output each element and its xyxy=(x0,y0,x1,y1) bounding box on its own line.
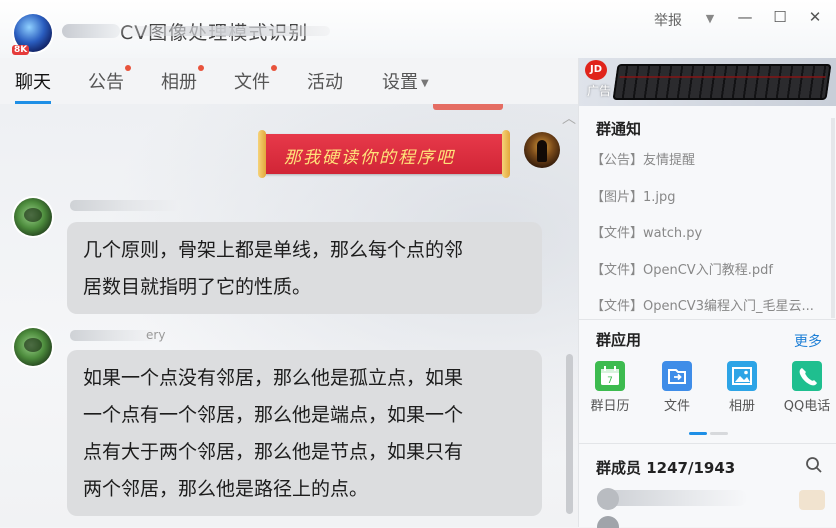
app-files[interactable]: 文件 xyxy=(652,361,702,414)
minimize-icon[interactable]: — xyxy=(735,8,755,26)
message-line: 居数目就指明了它的性质。 xyxy=(83,276,312,298)
chat-area[interactable]: ︿ 那我硬读你的程序吧 几个原则，骨架上都是单线，那么每个点的邻 居数目就指明了… xyxy=(0,104,578,527)
notice-item[interactable]: 【文件】watch.py xyxy=(591,222,702,241)
notice-item[interactable]: 【文件】OpenCV3编程入门_毛星云... xyxy=(591,295,829,314)
sender-name-suffix: ery xyxy=(146,328,166,342)
member-avatar[interactable] xyxy=(597,488,619,510)
maximize-icon[interactable]: ☐ xyxy=(770,8,790,26)
svg-text:7: 7 xyxy=(607,376,613,386)
previous-message-edge xyxy=(433,104,503,110)
app-calendar[interactable]: 7 群日历 xyxy=(585,361,635,414)
jd-logo: JD xyxy=(585,60,607,80)
tab-label: 文件 xyxy=(234,72,270,93)
pager-active[interactable] xyxy=(689,432,707,435)
tab-label: 相册 xyxy=(161,72,197,93)
app-label: 文件 xyxy=(663,399,690,414)
report-button[interactable]: 举报 xyxy=(654,10,682,30)
search-icon[interactable] xyxy=(805,456,823,474)
ad-banner[interactable]: JD 广告 xyxy=(579,58,836,106)
apps-title: 群应用 xyxy=(596,331,642,349)
collapse-icon[interactable]: ︿ xyxy=(562,108,576,128)
message-line: 几个原则，骨架上都是单线，那么每个点的邻 xyxy=(83,239,464,261)
notice-title: 群通知 xyxy=(596,120,642,138)
tab-label: 活动 xyxy=(307,72,343,93)
message-line: 两个邻居，那么他是路径上的点。 xyxy=(83,478,369,500)
app-label: 群日历 xyxy=(590,399,630,414)
blurred-name xyxy=(62,24,120,38)
unread-dot xyxy=(125,65,131,71)
message-bubble[interactable]: 如果一个点没有邻居，那么他是孤立点，如果 一个点有一个邻居，那么他是端点，如果一… xyxy=(67,350,542,516)
ad-tag: 广告 xyxy=(587,84,612,98)
tab-chat[interactable]: 聊天 xyxy=(15,68,51,104)
group-avatar[interactable]: 8K xyxy=(12,14,52,55)
my-message-bubble[interactable]: 那我硬读你的程序吧 xyxy=(258,130,510,178)
photo-icon xyxy=(727,361,757,391)
tab-album[interactable]: 相册 xyxy=(161,65,204,94)
notice-item[interactable]: 【图片】1.jpg xyxy=(591,186,676,205)
tab-files[interactable]: 文件 xyxy=(234,65,277,94)
dropdown-icon[interactable]: ▼ xyxy=(700,12,720,25)
divider xyxy=(579,443,836,444)
sender-avatar[interactable] xyxy=(14,198,52,236)
phone-icon xyxy=(792,361,822,391)
unread-dot xyxy=(271,65,277,71)
more-apps-link[interactable]: 更多 xyxy=(794,331,822,351)
app-label: 相册 xyxy=(728,399,755,414)
member-badge xyxy=(799,490,825,510)
sender-name-blurred xyxy=(70,200,180,211)
my-message-text: 那我硬读你的程序吧 xyxy=(284,148,455,168)
sender-avatar[interactable] xyxy=(14,328,52,366)
chevron-down-icon: ▼ xyxy=(421,77,429,89)
tab-bar: 聊天 公告 相册 文件 活动 设置 ▼ xyxy=(0,58,580,104)
right-scrollbar[interactable] xyxy=(831,118,835,318)
unread-dot xyxy=(198,65,204,71)
file-transfer-icon xyxy=(662,361,692,391)
members-title: 群成员 1247/1943 xyxy=(596,459,736,477)
close-icon[interactable]: ✕ xyxy=(805,8,825,26)
app-album[interactable]: 相册 xyxy=(717,361,767,414)
calendar-icon: 7 xyxy=(595,361,625,391)
message-line: 点有大于两个邻居，那么他是节点，如果只有 xyxy=(83,441,464,463)
tab-activity[interactable]: 活动 xyxy=(307,68,343,94)
group-level-badge: 8K xyxy=(12,45,30,55)
chat-scrollbar[interactable] xyxy=(566,354,573,514)
sender-name-blurred xyxy=(70,330,156,341)
my-avatar[interactable] xyxy=(524,132,560,168)
tab-label: 聊天 xyxy=(15,72,51,93)
title-blur-overlay xyxy=(120,26,330,36)
app-label: QQ电话 xyxy=(783,399,831,414)
right-panel: JD 广告 群通知 【公告】友情提醒 【图片】1.jpg 【文件】watch.p… xyxy=(578,58,836,528)
message-bubble[interactable]: 几个原则，骨架上都是单线，那么每个点的邻 居数目就指明了它的性质。 xyxy=(67,222,542,314)
notice-item[interactable]: 【公告】友情提醒 xyxy=(591,149,695,168)
tab-label: 设置 xyxy=(382,72,418,93)
member-row-blurred[interactable] xyxy=(597,490,747,506)
tab-label: 公告 xyxy=(88,72,124,93)
member-avatar[interactable] xyxy=(597,516,619,528)
app-phone[interactable]: QQ电话 xyxy=(782,361,832,414)
tab-announcement[interactable]: 公告 xyxy=(88,65,131,94)
pager-dot[interactable] xyxy=(710,432,728,435)
notice-item[interactable]: 【文件】OpenCV入门教程.pdf xyxy=(591,259,773,278)
divider xyxy=(579,319,836,320)
tab-settings[interactable]: 设置 ▼ xyxy=(382,68,429,94)
title-bar: 8K CV图像处理模式识别 举报 ▼ — ☐ ✕ xyxy=(0,0,836,58)
keyboard-image xyxy=(612,64,832,100)
message-line: 一个点有一个邻居，那么他是端点，如果一个 xyxy=(83,404,464,426)
message-line: 如果一个点没有邻居，那么他是孤立点，如果 xyxy=(83,367,464,389)
